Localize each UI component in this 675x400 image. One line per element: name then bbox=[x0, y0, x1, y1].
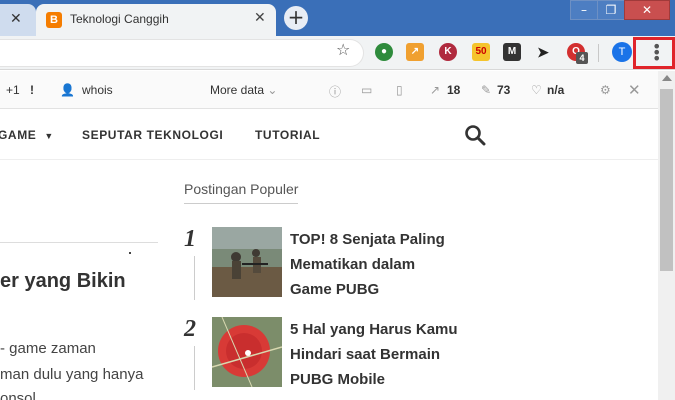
m-extension-icon[interactable]: M bbox=[503, 43, 521, 61]
post-title-line: Game PUBG bbox=[290, 281, 380, 298]
cursor-extension-icon[interactable]: ➤ bbox=[534, 43, 552, 61]
article-excerpt-line: onsol bbox=[0, 390, 36, 400]
divider bbox=[0, 242, 158, 243]
edit-icon: ✎ bbox=[481, 83, 492, 97]
post-rank-number: 1 bbox=[184, 226, 196, 252]
nav-item-label: GAME bbox=[0, 128, 37, 142]
post-title-line: PUBG Mobile bbox=[290, 371, 386, 388]
post-title-line: 5 Hal yang Harus Kamu bbox=[290, 321, 458, 338]
opera-extension-icon[interactable]: O 4 bbox=[567, 43, 588, 64]
toolbar-divider bbox=[598, 44, 599, 62]
chart-extension-icon[interactable]: ↗ bbox=[406, 43, 424, 61]
site-navigation: GAME ▼ SEPUTAR TEKNOLOGI TUTORIAL bbox=[0, 110, 658, 160]
seo-toolbar: +1 ! 👤 whois More data ⌄ ⓘ ▭ ▯ ↗ 18 ✎ 73… bbox=[0, 71, 658, 109]
pages-count[interactable]: 73 bbox=[497, 83, 510, 97]
profile-avatar[interactable]: T bbox=[612, 42, 632, 62]
gear-icon[interactable]: ⚙ bbox=[600, 83, 611, 97]
post-rank-number: 2 bbox=[184, 316, 196, 342]
chevron-down-icon: ⌄ bbox=[267, 83, 278, 97]
popular-post-link[interactable]: TOP! 8 Senjata Paling Mematikan dalam Ga… bbox=[290, 227, 490, 302]
popular-posts-heading: Postingan Populer bbox=[184, 181, 299, 204]
info-icon[interactable]: ⓘ bbox=[329, 83, 341, 100]
seo-extension-icon[interactable]: 50 bbox=[472, 43, 490, 61]
tab-close-icon[interactable]: ✕ bbox=[10, 11, 22, 27]
external-link-icon: ↗ bbox=[430, 83, 441, 97]
tab-inactive[interactable]: ✕ bbox=[0, 4, 36, 36]
popular-post-link[interactable]: 5 Hal yang Harus Kamu Hindari saat Berma… bbox=[290, 317, 490, 392]
post-divider-line bbox=[194, 256, 195, 300]
post-thumbnail[interactable] bbox=[212, 227, 282, 297]
blogger-icon: B bbox=[46, 12, 62, 28]
new-tab-button[interactable]: + bbox=[284, 6, 308, 30]
nav-item-tutorial[interactable]: TUTORIAL bbox=[255, 128, 320, 142]
article-excerpt-line: - game zaman bbox=[0, 340, 96, 357]
post-divider-line bbox=[194, 346, 195, 390]
extension-badge: 4 bbox=[576, 52, 588, 64]
bookmark-star-icon[interactable]: ☆ bbox=[336, 40, 350, 59]
close-icon[interactable]: ✕ bbox=[628, 81, 641, 99]
tab-title: Teknologi Canggih bbox=[70, 12, 169, 26]
browser-toolbar: ☆ ● ↗ K 50 M ➤ O 4 T ••• bbox=[0, 36, 675, 70]
document-icon[interactable]: ▯ bbox=[396, 83, 403, 97]
close-window-button[interactable]: ✕ bbox=[624, 0, 670, 20]
heartbeat-icon: ♡ bbox=[531, 83, 542, 97]
user-icon: 👤 bbox=[60, 83, 75, 97]
kebab-menu-icon: • • • bbox=[652, 37, 662, 68]
post-thumbnail[interactable] bbox=[212, 317, 282, 387]
globe-extension-icon[interactable]: ● bbox=[375, 43, 393, 61]
rank-value[interactable]: n/a bbox=[547, 83, 564, 97]
alert-indicator[interactable]: ! bbox=[30, 83, 34, 97]
whois-link[interactable]: whois bbox=[82, 83, 113, 97]
backlinks-count[interactable]: 18 bbox=[447, 83, 460, 97]
gplus-count[interactable]: +1 bbox=[6, 83, 20, 97]
scroll-up-arrow-icon[interactable] bbox=[662, 75, 672, 81]
post-title-line: Mematikan dalam bbox=[290, 256, 416, 273]
post-title-line: TOP! 8 Senjata Paling bbox=[290, 231, 445, 248]
tab-active[interactable]: B Teknologi Canggih ✕ bbox=[36, 4, 276, 36]
title-bar: ✕ B Teknologi Canggih ✕ + – ❐ ✕ bbox=[0, 0, 675, 36]
address-bar[interactable] bbox=[0, 39, 364, 67]
decorative-dot bbox=[129, 252, 131, 254]
nav-item-game[interactable]: GAME ▼ bbox=[0, 128, 54, 142]
tab-close-icon[interactable]: ✕ bbox=[254, 10, 266, 26]
article-excerpt-line: man dulu yang hanya bbox=[0, 366, 144, 383]
more-data-dropdown[interactable]: More data ⌄ bbox=[210, 83, 277, 97]
nav-item-seputar-teknologi[interactable]: SEPUTAR TEKNOLOGI bbox=[82, 128, 223, 142]
search-icon[interactable] bbox=[464, 124, 486, 146]
k-extension-icon[interactable]: K bbox=[439, 43, 457, 61]
more-data-label: More data bbox=[210, 83, 265, 97]
monitor-icon[interactable]: ▭ bbox=[361, 83, 372, 97]
maximize-button[interactable]: ❐ bbox=[597, 0, 625, 20]
post-title-line: Hindari saat Bermain bbox=[290, 346, 441, 363]
article-title[interactable]: er yang Bikin bbox=[0, 270, 126, 293]
scrollbar-thumb[interactable] bbox=[660, 89, 673, 271]
browser-menu-button[interactable]: • • • bbox=[633, 37, 675, 69]
minimize-button[interactable]: – bbox=[570, 0, 598, 20]
page-scrollbar[interactable] bbox=[658, 71, 675, 400]
caret-down-icon: ▼ bbox=[44, 131, 54, 141]
